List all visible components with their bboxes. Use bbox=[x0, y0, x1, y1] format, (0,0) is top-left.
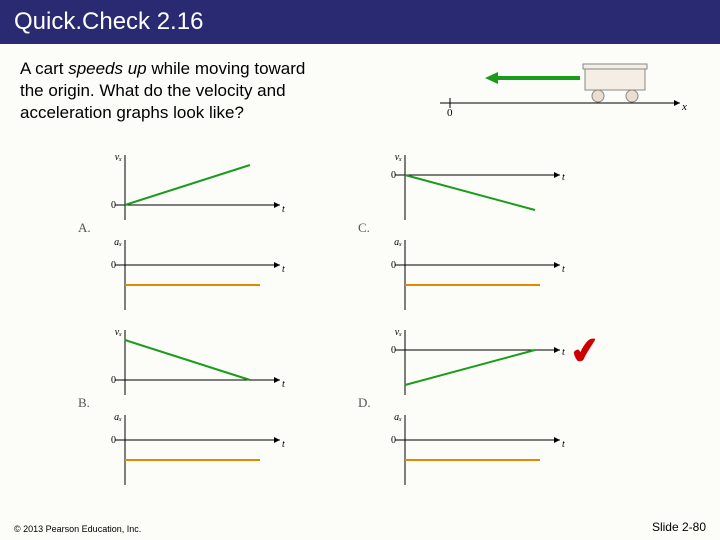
svg-text:vₓ: vₓ bbox=[115, 152, 122, 163]
svg-text:0: 0 bbox=[111, 435, 116, 446]
svg-text:0: 0 bbox=[391, 170, 396, 181]
option-c: C. 0 vₓ t 0 aₓ t bbox=[380, 150, 590, 315]
option-b: B. 0 vₓ t 0 aₓ t bbox=[100, 325, 310, 490]
svg-text:aₓ: aₓ bbox=[114, 237, 122, 248]
origin-label: 0 bbox=[447, 107, 453, 118]
q-l1-em: speeds up bbox=[68, 59, 146, 78]
svg-text:t: t bbox=[562, 264, 565, 275]
svg-text:t: t bbox=[562, 347, 565, 358]
svg-text:aₓ: aₓ bbox=[394, 412, 402, 423]
svg-text:0: 0 bbox=[391, 435, 396, 446]
svg-text:t: t bbox=[282, 379, 285, 390]
option-d: D. 0 vₓ t 0 aₓ t bbox=[380, 325, 590, 490]
slide-title: Quick.Check 2.16 bbox=[0, 0, 720, 44]
q-l1-pre: A cart bbox=[20, 59, 68, 78]
svg-text:0: 0 bbox=[111, 375, 116, 386]
question-text: A cart speeds up while moving toward the… bbox=[20, 58, 400, 124]
content-area: A cart speeds up while moving toward the… bbox=[0, 44, 720, 124]
option-a-label: A. bbox=[78, 220, 91, 236]
q-l2: the origin. What do the velocity and bbox=[20, 81, 286, 100]
svg-text:t: t bbox=[562, 439, 565, 450]
svg-text:aₓ: aₓ bbox=[394, 237, 402, 248]
svg-text:t: t bbox=[282, 439, 285, 450]
svg-text:aₓ: aₓ bbox=[114, 412, 122, 423]
q-l1-post: while moving toward bbox=[147, 59, 306, 78]
slide-number: Slide 2-80 bbox=[652, 520, 706, 534]
svg-text:0: 0 bbox=[391, 345, 396, 356]
correct-checkmark-icon: ✔ bbox=[567, 328, 603, 374]
option-c-graphs: 0 vₓ t 0 aₓ t bbox=[380, 150, 590, 315]
option-a: A. 0 vₓ t 0 aₓ t bbox=[100, 150, 310, 315]
copyright-text: © 2013 Pearson Education, Inc. bbox=[14, 524, 141, 534]
svg-text:0: 0 bbox=[391, 260, 396, 271]
option-b-label: B. bbox=[78, 395, 90, 411]
options-grid: A. 0 vₓ t 0 aₓ t C. 0 vₓ bbox=[100, 150, 620, 490]
svg-text:0: 0 bbox=[111, 260, 116, 271]
svg-text:0: 0 bbox=[111, 200, 116, 211]
option-d-graphs: 0 vₓ t 0 aₓ t bbox=[380, 325, 590, 490]
svg-text:vₓ: vₓ bbox=[395, 327, 402, 338]
svg-text:vₓ: vₓ bbox=[115, 327, 122, 338]
x-axis-label: x bbox=[681, 101, 687, 113]
option-d-label: D. bbox=[358, 395, 371, 411]
cart-diagram: 0 x bbox=[430, 58, 690, 118]
svg-text:t: t bbox=[282, 264, 285, 275]
q-l3: acceleration graphs look like? bbox=[20, 103, 244, 122]
option-b-graphs: 0 vₓ t 0 aₓ t bbox=[100, 325, 310, 490]
svg-text:t: t bbox=[282, 204, 285, 215]
svg-text:t: t bbox=[562, 172, 565, 183]
option-c-label: C. bbox=[358, 220, 370, 236]
svg-text:vₓ: vₓ bbox=[395, 152, 402, 163]
option-a-graphs: 0 vₓ t 0 aₓ t bbox=[100, 150, 310, 315]
